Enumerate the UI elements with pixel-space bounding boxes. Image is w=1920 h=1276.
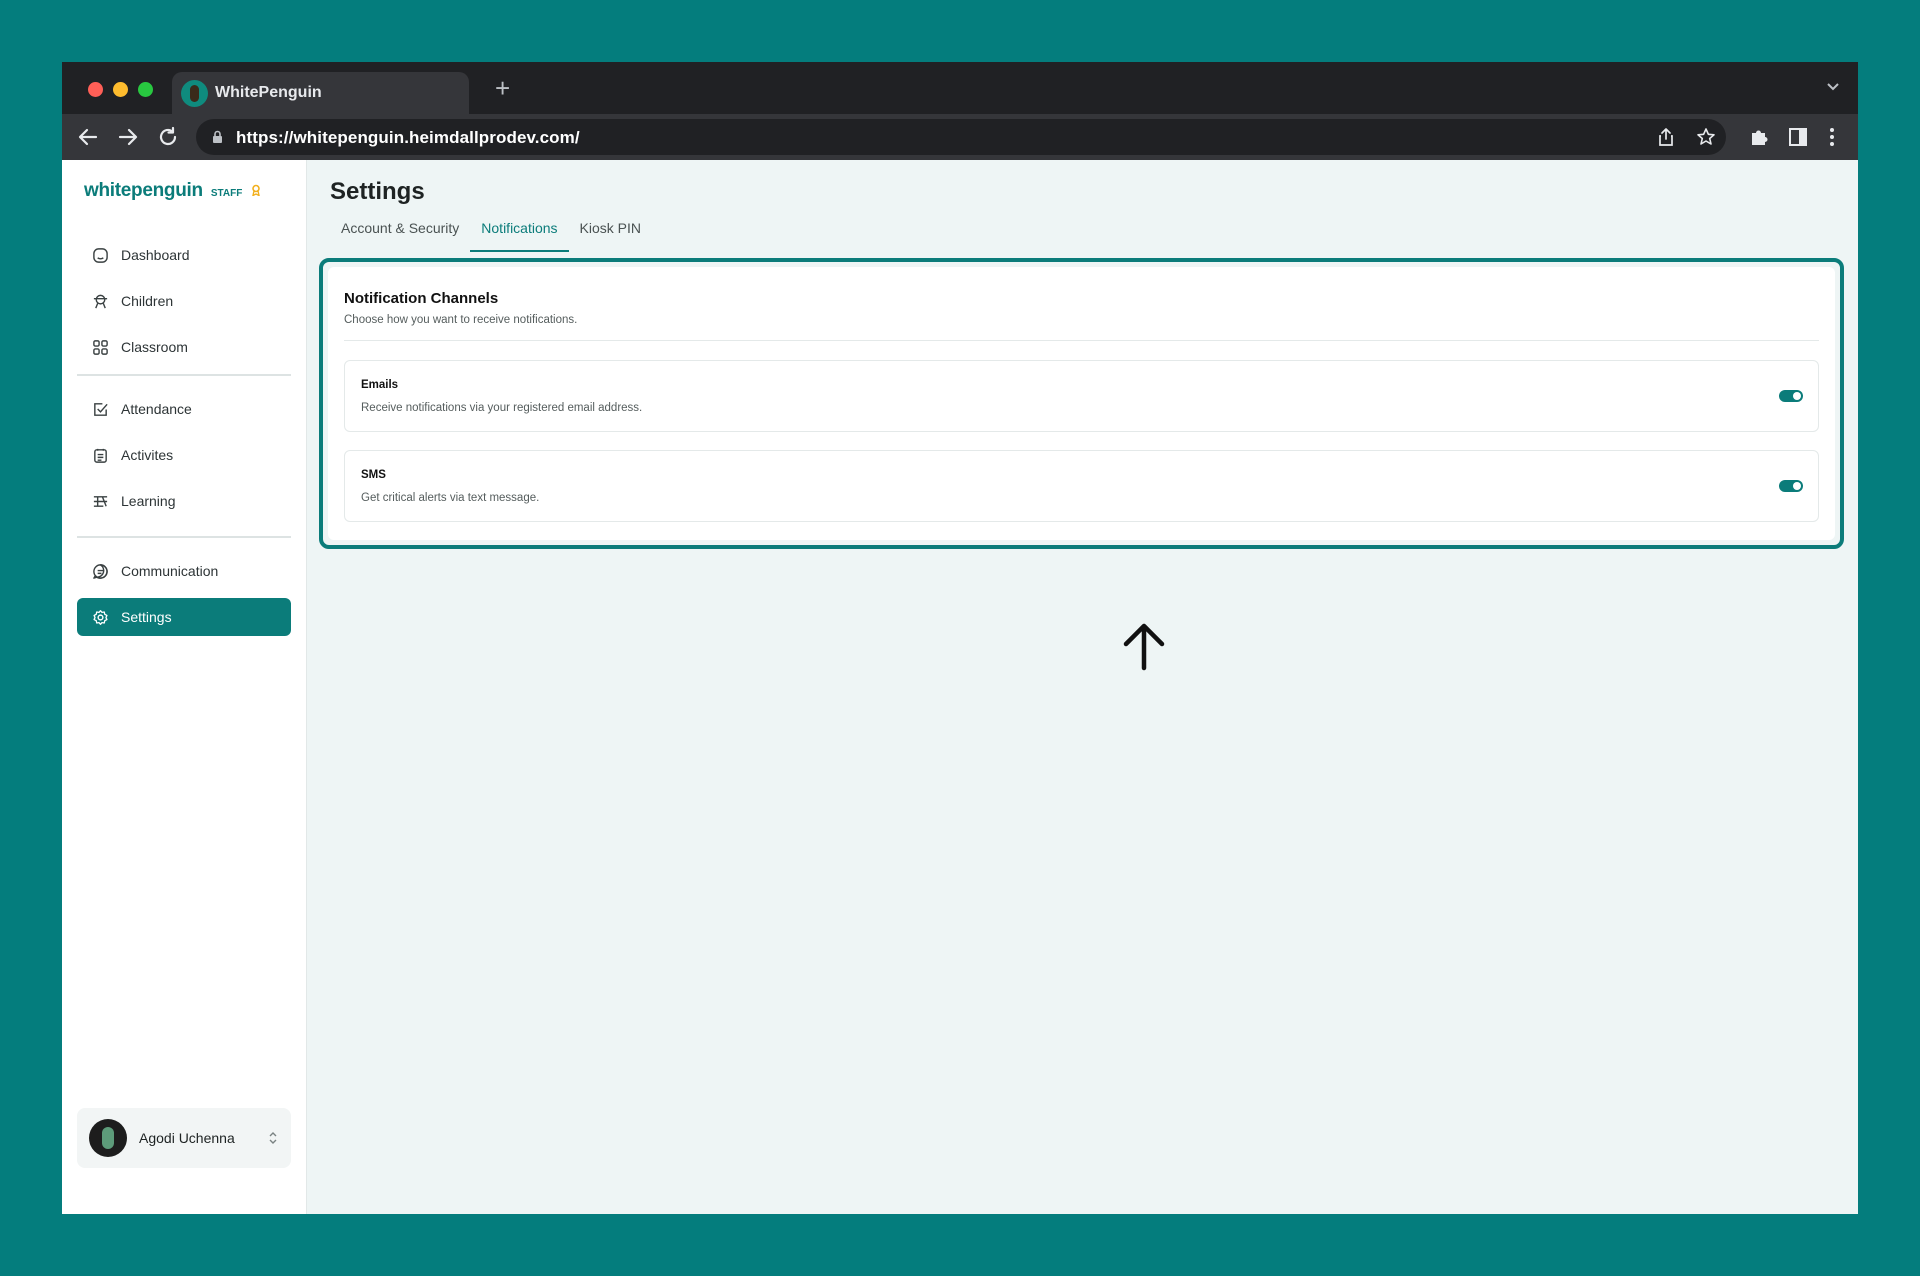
url-text[interactable]: https://whitepenguin.heimdallprodev.com/ xyxy=(236,128,580,148)
sidebar-item-activities[interactable]: Activites xyxy=(77,436,291,474)
communication-icon xyxy=(93,563,108,579)
sidebar-item-classroom[interactable]: Classroom xyxy=(77,328,291,366)
settings-gear-icon xyxy=(93,609,108,625)
channel-description: Receive notifications via your registere… xyxy=(361,402,643,414)
activities-icon xyxy=(94,448,107,463)
brand-name: whitepenguin xyxy=(84,180,203,201)
sidebar-item-learning[interactable]: Learning xyxy=(77,482,291,520)
sidebar-item-dashboard[interactable]: Dashboard xyxy=(77,236,291,274)
channel-row-sms: SMS Get critical alerts via text message… xyxy=(344,450,1819,522)
bookmark-star-icon[interactable] xyxy=(1696,127,1716,147)
children-icon xyxy=(93,294,108,308)
address-bar[interactable]: https://whitepenguin.heimdallprodev.com/ xyxy=(196,119,1726,155)
up-arrow-annotation-icon xyxy=(1123,623,1165,671)
tab-notifications[interactable]: Notifications xyxy=(470,218,569,252)
browser-window: WhitePenguin + https://whitepenguin.heim… xyxy=(62,62,1858,1214)
sidebar-item-communication[interactable]: Communication xyxy=(77,552,291,590)
classroom-icon xyxy=(93,339,108,355)
user-name: Agodi Uchenna xyxy=(139,1130,235,1146)
card-divider xyxy=(344,340,1819,341)
highlight-outline: Notification Channels Choose how you wan… xyxy=(319,258,1844,549)
channel-description: Get critical alerts via text message. xyxy=(361,492,540,504)
main-content: Settings Account & Security Notification… xyxy=(307,160,1858,1214)
learning-icon xyxy=(93,495,108,507)
side-panel-icon[interactable] xyxy=(1786,125,1810,149)
page-title: Settings xyxy=(330,178,425,205)
minimize-window-button[interactable] xyxy=(113,82,128,97)
sidebar-item-label: Activites xyxy=(121,447,174,463)
channel-row-emails: Emails Receive notifications via your re… xyxy=(344,360,1819,432)
browser-tab-title: WhitePenguin xyxy=(215,84,322,101)
browser-toolbar: https://whitepenguin.heimdallprodev.com/ xyxy=(62,114,1858,160)
card-subtitle: Choose how you want to receive notificat… xyxy=(344,314,578,326)
user-profile-switcher[interactable]: Agodi Uchenna xyxy=(77,1108,291,1168)
tab-account-security[interactable]: Account & Security xyxy=(330,218,470,252)
share-icon[interactable] xyxy=(1656,127,1676,147)
sms-toggle[interactable] xyxy=(1779,480,1803,492)
sidebar-divider xyxy=(77,374,291,376)
sidebar-item-label: Children xyxy=(121,293,174,309)
dashboard-icon xyxy=(93,247,108,263)
browser-tab-bar: WhitePenguin + xyxy=(62,62,1858,114)
browser-tab[interactable]: WhitePenguin xyxy=(172,72,469,114)
forward-arrow-icon[interactable] xyxy=(116,125,140,149)
sidebar-item-label: Dashboard xyxy=(121,247,190,263)
nav-group-daily: Attendance Activites Learning xyxy=(77,390,291,528)
sidebar-item-label: Learning xyxy=(121,493,176,509)
reload-icon[interactable] xyxy=(156,125,180,149)
tab-kiosk-pin[interactable]: Kiosk PIN xyxy=(569,218,652,252)
maximize-window-button[interactable] xyxy=(138,82,153,97)
emails-toggle[interactable] xyxy=(1779,390,1803,402)
avatar xyxy=(89,1119,127,1157)
close-window-button[interactable] xyxy=(88,82,103,97)
nav-group-other: Communication Settings xyxy=(77,552,291,644)
channel-title: SMS xyxy=(361,469,386,481)
sidebar-item-settings[interactable]: Settings xyxy=(77,598,291,636)
sidebar-divider xyxy=(77,536,291,538)
favicon-icon xyxy=(181,80,208,107)
sidebar-item-attendance[interactable]: Attendance xyxy=(77,390,291,428)
new-tab-plus-icon[interactable]: + xyxy=(495,75,510,101)
extensions-puzzle-icon[interactable] xyxy=(1747,125,1771,149)
lock-icon[interactable] xyxy=(212,130,223,144)
tab-search-chevron-icon[interactable] xyxy=(1826,82,1840,92)
settings-tabs: Account & Security Notifications Kiosk P… xyxy=(330,218,652,252)
nav-group-main: Dashboard Children Classroom xyxy=(77,236,291,374)
attendance-icon xyxy=(94,402,108,416)
back-arrow-icon[interactable] xyxy=(76,125,100,149)
browser-menu-icon[interactable] xyxy=(1820,125,1844,149)
notification-channels-card: Notification Channels Choose how you wan… xyxy=(328,267,1835,540)
sidebar-item-label: Attendance xyxy=(121,401,192,417)
brand-logo[interactable]: whitepenguin STAFF xyxy=(84,180,262,206)
chevron-up-down-icon xyxy=(269,1132,277,1144)
sidebar-item-label: Communication xyxy=(121,563,219,579)
channel-title: Emails xyxy=(361,379,399,391)
sidebar-item-children[interactable]: Children xyxy=(77,282,291,320)
card-title: Notification Channels xyxy=(344,290,499,307)
sidebar-item-label: Classroom xyxy=(121,339,188,355)
sidebar: whitepenguin STAFF Dashboard Children Cl… xyxy=(62,160,307,1214)
sidebar-item-label: Settings xyxy=(121,609,172,625)
staff-tag: STAFF xyxy=(210,188,243,199)
staff-badge-icon xyxy=(252,184,261,196)
